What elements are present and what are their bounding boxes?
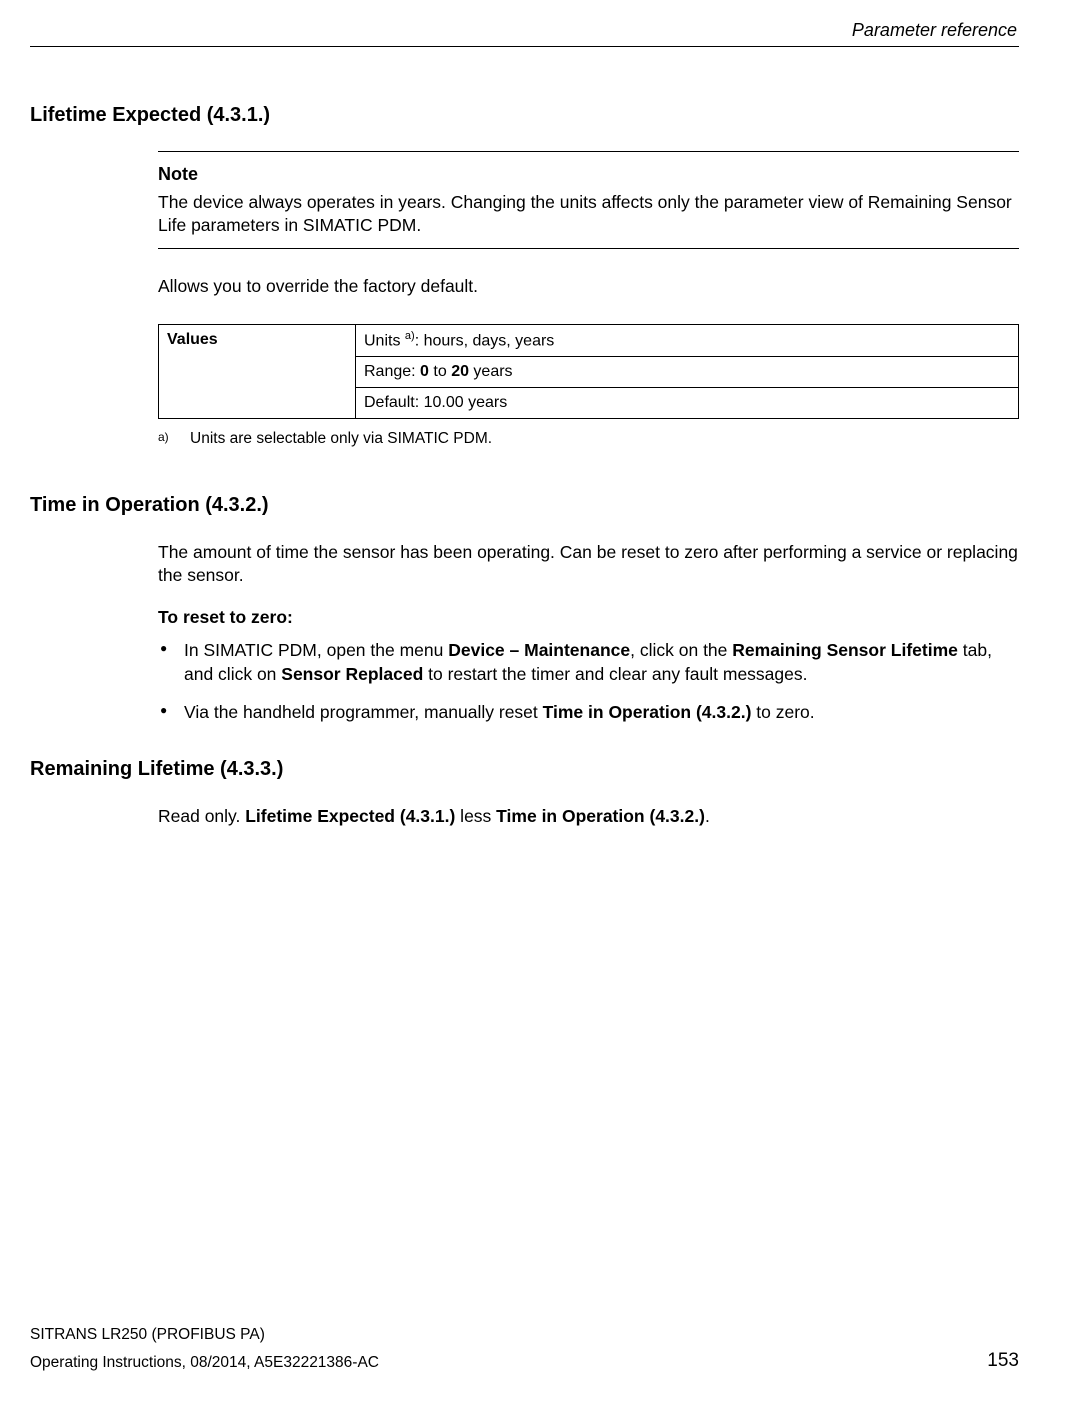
range-mid: to: [429, 363, 451, 380]
values-table: Values Units a): hours, days, years Rang…: [158, 324, 1019, 418]
section-body-2: The amount of time the sensor has been o…: [158, 541, 1019, 725]
s3-b1: Lifetime Expected (4.3.1.): [245, 806, 455, 826]
s3-t2: less: [455, 806, 496, 826]
b1-b3: Sensor Replaced: [281, 664, 423, 684]
page-number: 153: [987, 1348, 1019, 1374]
b1-b2: Remaining Sensor Lifetime: [732, 640, 958, 660]
range-post: years: [469, 363, 513, 380]
footer-product: SITRANS LR250 (PROFIBUS PA): [30, 1325, 1019, 1346]
default-cell: Default: 10.00 years: [356, 387, 1019, 418]
footnote: a) Units are selectable only via SIMATIC…: [158, 429, 1019, 450]
units-pre: Units: [364, 333, 405, 350]
header-chapter: Parameter reference: [30, 18, 1019, 42]
b2-t2: to zero.: [751, 702, 814, 722]
footnote-text: Units are selectable only via SIMATIC PD…: [190, 429, 492, 450]
remaining-paragraph: Read only. Lifetime Expected (4.3.1.) le…: [158, 805, 1019, 829]
section-body-3: Read only. Lifetime Expected (4.3.1.) le…: [158, 805, 1019, 829]
range-pre: Range:: [364, 363, 420, 380]
b2-t1: Via the handheld programmer, manually re…: [184, 702, 543, 722]
range-max: 20: [451, 363, 469, 380]
section-title-lifetime-expected: Lifetime Expected (4.3.1.): [30, 102, 1019, 129]
b1-t4: to restart the timer and clear any fault…: [423, 664, 807, 684]
b1-t1: In SIMATIC PDM, open the menu: [184, 640, 448, 660]
footnote-marker: a): [158, 429, 176, 450]
footer-row: Operating Instructions, 08/2014, A5E3222…: [30, 1348, 1019, 1374]
b1-t2: , click on the: [630, 640, 732, 660]
units-sup: a): [405, 330, 415, 342]
units-cell: Units a): hours, days, years: [356, 325, 1019, 357]
values-header-cell: Values: [159, 325, 356, 418]
note-text: The device always operates in years. Cha…: [158, 191, 1019, 238]
s3-t1: Read only.: [158, 806, 245, 826]
section-title-remaining-lifetime: Remaining Lifetime (4.3.3.): [30, 756, 1019, 783]
b2-b1: Time in Operation (4.3.2.): [543, 702, 752, 722]
note-end-rule: [158, 248, 1019, 249]
list-item: Via the handheld programmer, manually re…: [158, 701, 1019, 725]
list-item: In SIMATIC PDM, open the menu Device – M…: [158, 639, 1019, 686]
b1-b1: Device – Maintenance: [448, 640, 630, 660]
page: Parameter reference Lifetime Expected (4…: [0, 0, 1075, 1404]
s3-t3: .: [705, 806, 710, 826]
header-rule: [30, 46, 1019, 47]
section-title-time-in-operation: Time in Operation (4.3.2.): [30, 492, 1019, 519]
note-box: Note The device always operates in years…: [158, 151, 1019, 249]
reset-subhead: To reset to zero:: [158, 606, 1019, 630]
time-op-paragraph: The amount of time the sensor has been o…: [158, 541, 1019, 588]
page-footer: SITRANS LR250 (PROFIBUS PA) Operating In…: [30, 1325, 1019, 1374]
note-label: Note: [158, 162, 1019, 186]
s3-b2: Time in Operation (4.3.2.): [496, 806, 705, 826]
footer-docinfo: Operating Instructions, 08/2014, A5E3222…: [30, 1353, 379, 1374]
section-body-1: Note The device always operates in years…: [158, 151, 1019, 449]
range-cell: Range: 0 to 20 years: [356, 357, 1019, 388]
reset-list: In SIMATIC PDM, open the menu Device – M…: [158, 639, 1019, 724]
override-paragraph: Allows you to override the factory defau…: [158, 275, 1019, 299]
table-row: Values Units a): hours, days, years: [159, 325, 1019, 357]
units-post: : hours, days, years: [415, 333, 555, 350]
range-min: 0: [420, 363, 429, 380]
